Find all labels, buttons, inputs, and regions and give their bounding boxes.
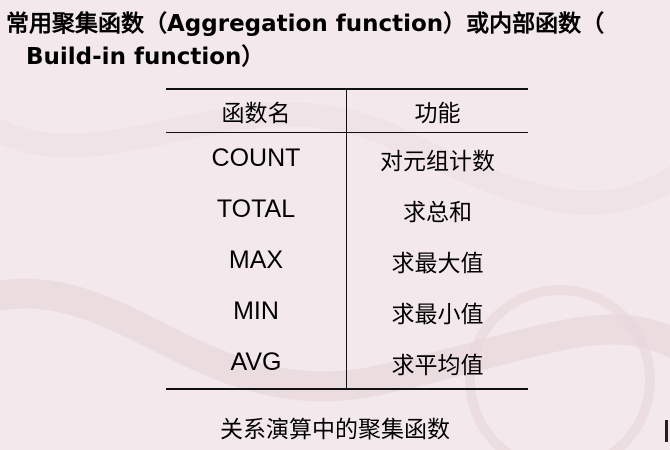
header-function-purpose: 功能 — [414, 101, 461, 127]
heading-line-2: Build-in function） — [26, 44, 265, 70]
function-name-cell: MAX — [166, 235, 347, 286]
function-name-cell: MIN — [166, 286, 347, 337]
heading-line-1: 常用聚集函数（Aggregation function）或内部函数（ — [6, 11, 605, 37]
table-row: AVG 求平均值 — [166, 337, 528, 389]
aggregate-function-table: 函数名 功能 COUNT 对元组计数 TOTAL 求总和 MAX 求最大值 MI… — [166, 88, 528, 390]
table-header-row: 函数名 功能 — [166, 89, 528, 133]
table-row: TOTAL 求总和 — [166, 184, 528, 235]
text-cursor-mark — [665, 420, 668, 442]
function-purpose-cell: 对元组计数 — [380, 148, 495, 175]
function-purpose-cell: 求平均值 — [391, 352, 484, 379]
function-name-cell: TOTAL — [166, 184, 347, 235]
table-caption: 关系演算中的聚集函数 — [220, 417, 450, 443]
function-purpose-cell: 求总和 — [403, 199, 472, 226]
table-row: MIN 求最小值 — [166, 286, 528, 337]
function-name-cell: AVG — [166, 337, 347, 389]
function-purpose-cell: 求最大值 — [391, 250, 484, 277]
table-row: COUNT 对元组计数 — [166, 132, 528, 184]
header-function-name: 函数名 — [166, 89, 347, 133]
function-purpose-cell: 求最小值 — [391, 301, 484, 328]
table-row: MAX 求最大值 — [166, 235, 528, 286]
slide-heading: 常用聚集函数（Aggregation function）或内部函数（ Build… — [6, 8, 666, 74]
function-name-cell: COUNT — [166, 132, 347, 184]
